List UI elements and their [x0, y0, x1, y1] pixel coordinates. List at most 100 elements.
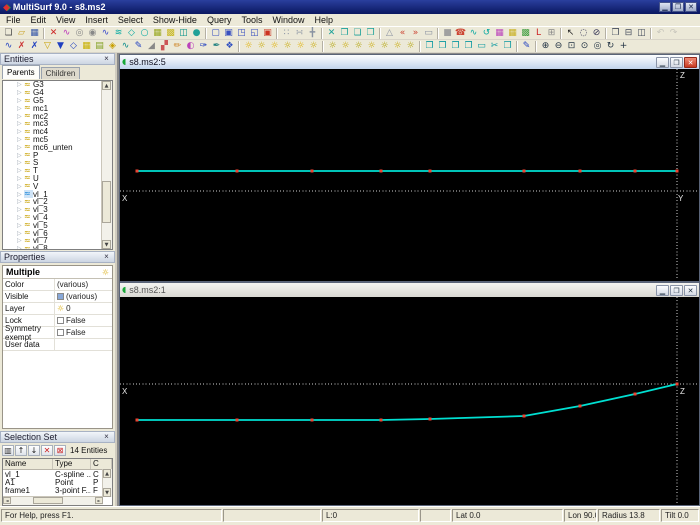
menu-edit[interactable]: Edit: [26, 15, 52, 25]
lasso-select-icon[interactable]: ◌: [577, 27, 590, 39]
hide-surfaces-bulb-icon[interactable]: ☼: [365, 40, 378, 52]
insert-diamond-icon[interactable]: ◇: [67, 40, 80, 52]
save-file-icon[interactable]: ▦: [28, 27, 41, 39]
screen-tool-icon[interactable]: ▭: [422, 27, 435, 39]
tab-parents[interactable]: Parents: [2, 65, 40, 79]
view-render-icon[interactable]: ▣: [261, 27, 274, 39]
grid-snap-icon[interactable]: ╋: [306, 27, 319, 39]
move-down-icon[interactable]: ↓: [28, 445, 40, 456]
show-solids-bulb-icon[interactable]: ☼: [294, 40, 307, 52]
menu-tools[interactable]: Tools: [236, 15, 267, 25]
insert-tri-yellow-icon[interactable]: ▽: [41, 40, 54, 52]
expand-arrow-icon[interactable]: ▷: [17, 128, 24, 135]
insert-curve-teal-icon[interactable]: ∿: [119, 40, 132, 52]
tree-item-P[interactable]: ▷≈P: [3, 151, 112, 159]
tree-item-vl_3[interactable]: ▷≈vl_3: [3, 206, 112, 214]
viewport-2-canvas[interactable]: XZ: [120, 297, 697, 504]
expand-arrow-icon[interactable]: ▷: [17, 113, 24, 120]
hide-all-bulb-icon[interactable]: ☼: [326, 40, 339, 52]
tree-item-mc1[interactable]: ▷≈mc1: [3, 104, 112, 112]
checkbox-icon[interactable]: [57, 329, 64, 336]
viewport-2-title-bar[interactable]: ◖ s8.ms2:1 ▁ ❐ ✕: [120, 283, 699, 297]
expand-arrow-icon[interactable]: ▷: [17, 198, 24, 205]
remove-all-icon[interactable]: ⊠: [54, 445, 66, 456]
tree-item-vl_5[interactable]: ▷≈vl_5: [3, 221, 112, 229]
remove-item-icon[interactable]: ✕: [41, 445, 53, 456]
tree-item-vl_4[interactable]: ▷≈vl_4: [3, 214, 112, 222]
property-value[interactable]: (various): [55, 280, 112, 289]
expand-arrow-icon[interactable]: ▷: [17, 81, 24, 88]
close-button[interactable]: ✕: [685, 2, 697, 12]
insert-point-icon[interactable]: ∿: [2, 40, 15, 52]
sheet-copy-1-icon[interactable]: ❐: [423, 40, 436, 52]
tree-item-vl_2[interactable]: ▷≈vl_2: [3, 198, 112, 206]
tree-item-vl_6[interactable]: ▷≈vl_6: [3, 229, 112, 237]
minimize-button[interactable]: ▁: [659, 2, 671, 12]
sheet-copy-2-icon[interactable]: ❐: [436, 40, 449, 52]
expand-arrow-icon[interactable]: ▷: [17, 152, 24, 159]
grid-magenta-icon[interactable]: ▦: [493, 27, 506, 39]
scroll-up-icon[interactable]: ▲: [103, 469, 111, 478]
property-value[interactable]: False: [55, 316, 112, 325]
menu-showhide[interactable]: Show-Hide: [148, 15, 202, 25]
circle-tool-icon[interactable]: ○: [138, 27, 151, 39]
expand-arrow-icon[interactable]: ▷: [17, 222, 24, 229]
undo-icon[interactable]: ↶: [654, 27, 667, 39]
hide-marked-bulb-icon[interactable]: ☼: [404, 40, 417, 52]
insert-star-icon[interactable]: ❖: [223, 40, 236, 52]
column-header-name[interactable]: Name: [3, 459, 53, 469]
insert-pen-blue-icon[interactable]: ✎: [132, 40, 145, 52]
expand-arrow-icon[interactable]: ▷: [17, 144, 24, 151]
paste-entity-icon[interactable]: ❏: [351, 27, 364, 39]
insert-nib-teal-icon[interactable]: ✒: [210, 40, 223, 52]
ring-tool-icon[interactable]: ◎: [73, 27, 86, 39]
sphere-tool-icon[interactable]: ●: [190, 27, 203, 39]
menu-select[interactable]: Select: [113, 15, 148, 25]
viewport-1-restore-button[interactable]: ❐: [670, 57, 683, 68]
draw-pen-icon[interactable]: ✎: [520, 40, 533, 52]
curvature-tool-icon[interactable]: ∿: [467, 27, 480, 39]
property-value[interactable]: (various): [55, 292, 112, 301]
insert-grid-green-icon[interactable]: ▤: [93, 40, 106, 52]
expand-arrow-icon[interactable]: ▷: [17, 136, 24, 143]
insert-tri-blue-icon[interactable]: ▼: [54, 40, 67, 52]
tab-children[interactable]: Children: [41, 67, 81, 79]
tree-item-mc6_unten[interactable]: ▷≈mc6_unten: [3, 143, 112, 151]
grid-green-icon[interactable]: ▩: [519, 27, 532, 39]
pan-view-icon[interactable]: +: [617, 40, 630, 52]
lasso-deselect-icon[interactable]: ⊘: [590, 27, 603, 39]
step-forward-icon[interactable]: »: [409, 27, 422, 39]
tile-vertical-icon[interactable]: ◫: [635, 27, 648, 39]
scroll-thumb[interactable]: [33, 497, 63, 504]
delete-entity-icon[interactable]: ✕: [47, 27, 60, 39]
scroll-thumb[interactable]: [102, 181, 111, 223]
tile-horizontal-icon[interactable]: ⊟: [622, 27, 635, 39]
expand-arrow-icon[interactable]: ▷: [17, 167, 24, 174]
insert-hatch-icon[interactable]: ▞: [158, 40, 171, 52]
bulb-icon[interactable]: ☼: [57, 304, 64, 313]
viewport-1-title-bar[interactable]: ◖ s8.ms2:5 ▁ ❐ ✕: [120, 55, 699, 69]
polygon-tool-icon[interactable]: ◇: [125, 27, 138, 39]
open-file-icon[interactable]: ▱: [15, 27, 28, 39]
menu-query[interactable]: Query: [202, 15, 237, 25]
refresh-view-icon[interactable]: ↻: [604, 40, 617, 52]
scroll-down-icon[interactable]: ▼: [103, 488, 111, 497]
l-tool-icon[interactable]: L: [532, 27, 545, 39]
checkbox-various-icon[interactable]: [57, 293, 64, 300]
expand-arrow-icon[interactable]: ▷: [17, 230, 24, 237]
column-layout-icon[interactable]: ▥: [2, 445, 14, 456]
viewport-2-close-button[interactable]: ✕: [684, 285, 697, 296]
selection-close-icon[interactable]: ×: [102, 433, 111, 441]
expand-arrow-icon[interactable]: ▷: [17, 206, 24, 213]
hide-solids-bulb-icon[interactable]: ☼: [378, 40, 391, 52]
scroll-left-icon[interactable]: ◄: [3, 497, 11, 504]
tree-item-mc3[interactable]: ▷≈mc3: [3, 120, 112, 128]
tree-item-vl_8[interactable]: ▷≈vl_8: [3, 245, 112, 250]
view-shaded-icon[interactable]: ◳: [235, 27, 248, 39]
show-all-bulb-icon[interactable]: ☼: [242, 40, 255, 52]
redo-icon[interactable]: ↷: [667, 27, 680, 39]
mesh-tool-icon[interactable]: ▩: [164, 27, 177, 39]
show-points-bulb-icon[interactable]: ☼: [255, 40, 268, 52]
expand-arrow-icon[interactable]: ▷: [17, 245, 24, 250]
hide-curves-bulb-icon[interactable]: ☼: [352, 40, 365, 52]
